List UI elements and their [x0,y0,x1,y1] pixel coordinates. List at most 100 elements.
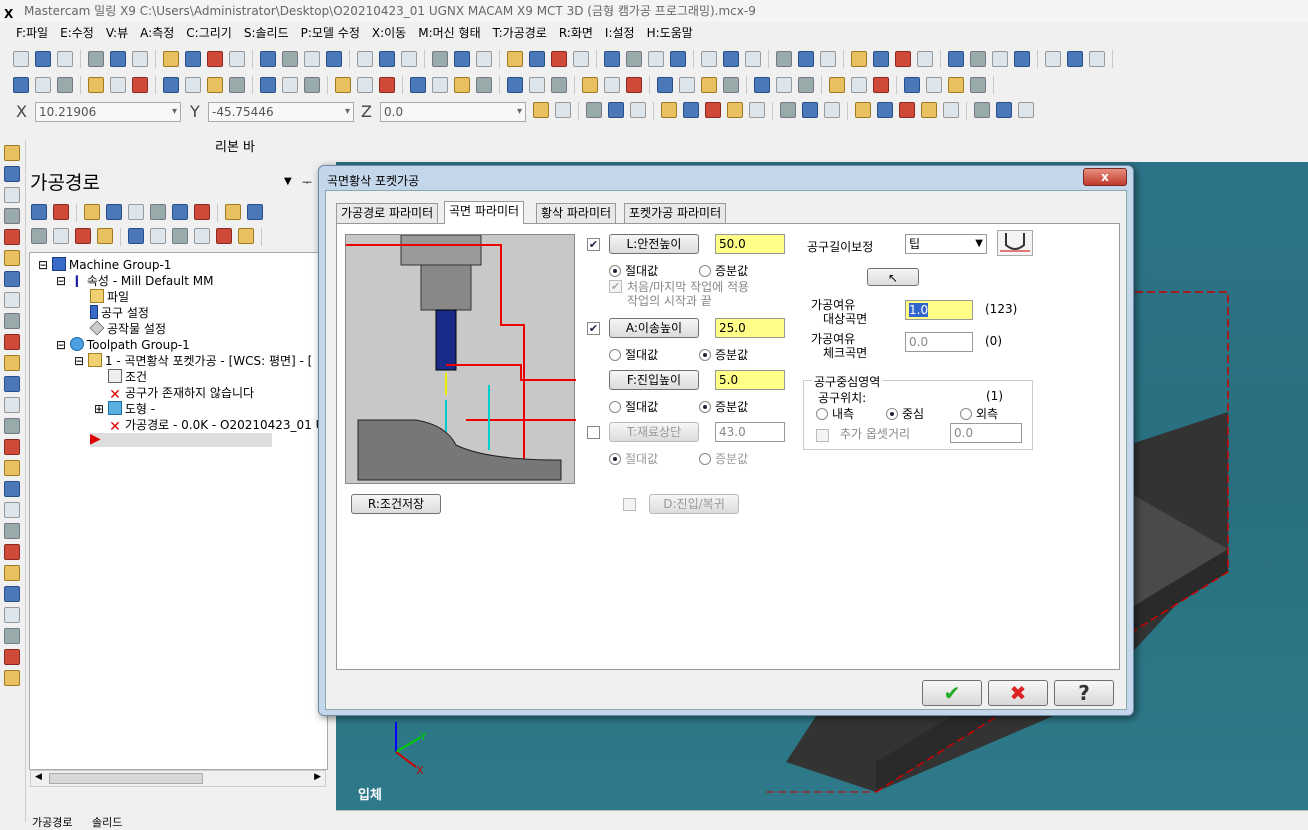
coord-tool-icon-25[interactable] [1018,102,1034,118]
left-tool-icon-18[interactable] [4,523,20,539]
draw-tool-icon-30[interactable] [582,77,598,93]
left-tool-icon-4[interactable] [4,229,20,245]
left-tool-icon-20[interactable] [4,565,20,581]
panel-top-tool-icon-0[interactable] [31,204,47,220]
menu-item-9[interactable]: T:가공경로 [487,22,553,44]
main-tool-icon-49[interactable] [948,51,964,67]
coord-tool-icon-10[interactable] [727,102,743,118]
top-stock-checkbox[interactable] [587,426,600,439]
draw-tool-icon-45[interactable] [873,77,889,93]
coord-tool-icon-21[interactable] [943,102,959,118]
left-tool-icon-11[interactable] [4,376,20,392]
top-stock-button[interactable]: T:재료상단 [609,422,699,442]
clearance-input[interactable]: 50.0 [715,234,785,254]
top-stock-incremental-radio[interactable]: 증분값 [699,450,748,467]
main-tool-icon-1[interactable] [35,51,51,67]
main-tool-icon-56[interactable] [1089,51,1105,67]
draw-tool-icon-26[interactable] [507,77,523,93]
main-tool-icon-41[interactable] [798,51,814,67]
save-parameters-button[interactable]: R:조건저장 [351,494,441,514]
draw-tool-icon-8[interactable] [163,77,179,93]
tree-item-machine-group[interactable]: ⊟ Machine Group-1 [38,257,171,273]
tree-item-stock-setup[interactable]: 공작물 설정 [89,320,166,337]
coord-tool-icon-20[interactable] [921,102,937,118]
menu-item-2[interactable]: V:뷰 [100,22,134,44]
surface-select-button[interactable]: ↖ [867,268,919,286]
menu-item-1[interactable]: E:수정 [54,22,100,44]
retract-absolute-radio[interactable]: 절대값 [609,346,658,363]
panel-top-tool-icon-3[interactable] [84,204,100,220]
left-tool-icon-21[interactable] [4,586,20,602]
tree-item-files[interactable]: 파일 [90,289,129,305]
x-coord-input[interactable]: 10.21906 [35,102,181,122]
main-tool-icon-32[interactable] [626,51,642,67]
clearance-button[interactable]: L:안전높이 [609,234,699,254]
tool-comp-select[interactable]: 팁 ▼ [905,234,987,254]
left-tool-icon-14[interactable] [4,439,20,455]
draw-tool-icon-1[interactable] [35,77,51,93]
main-tool-icon-8[interactable] [163,51,179,67]
draw-tool-icon-28[interactable] [551,77,567,93]
tab-toolpaths[interactable]: 가공경로 [32,814,72,830]
panel-top-tool-icon-1[interactable] [53,204,69,220]
main-tool-icon-45[interactable] [873,51,889,67]
menu-item-5[interactable]: S:솔리드 [238,22,295,44]
coord-tool-icon-9[interactable] [705,102,721,118]
left-tool-icon-24[interactable] [4,649,20,665]
main-tool-icon-55[interactable] [1067,51,1083,67]
draw-tool-icon-32[interactable] [626,77,642,93]
center-radio[interactable]: 중심 [886,405,924,422]
left-tool-icon-23[interactable] [4,628,20,644]
coord-tool-icon-23[interactable] [974,102,990,118]
main-tool-icon-33[interactable] [648,51,664,67]
coord-tool-icon-19[interactable] [899,102,915,118]
draw-tool-icon-50[interactable] [970,77,986,93]
main-tool-icon-19[interactable] [379,51,395,67]
draw-tool-icon-35[interactable] [679,77,695,93]
main-tool-icon-18[interactable] [357,51,373,67]
clearance-incremental-radio[interactable]: 증분값 [699,262,748,279]
feed-plane-absolute-radio[interactable]: 절대값 [609,398,658,415]
tree-item-toolpath[interactable]: ✕ 가공경로 - 0.0K - O20210423_01 UGN [108,417,343,434]
draw-tool-icon-6[interactable] [132,77,148,93]
retract-incremental-radio[interactable]: 증분값 [699,346,748,363]
panel-bottom-tool-icon-9[interactable] [216,228,232,244]
panel-bottom-tool-icon-3[interactable] [97,228,113,244]
coord-tool-icon-17[interactable] [855,102,871,118]
menu-item-11[interactable]: I:설정 [599,22,641,44]
draw-tool-icon-21[interactable] [410,77,426,93]
feed-plane-input[interactable]: 5.0 [715,370,785,390]
coord-tool-icon-8[interactable] [683,102,699,118]
coord-tool-icon-7[interactable] [661,102,677,118]
draw-tool-icon-31[interactable] [604,77,620,93]
left-tool-icon-1[interactable] [4,166,20,182]
draw-tool-icon-41[interactable] [798,77,814,93]
left-tool-icon-9[interactable] [4,334,20,350]
panel-top-tool-icon-4[interactable] [106,204,122,220]
draw-tool-icon-5[interactable] [110,77,126,93]
menu-item-12[interactable]: H:도움말 [641,22,699,44]
main-tool-icon-42[interactable] [820,51,836,67]
main-tool-icon-11[interactable] [229,51,245,67]
coord-tool-icon-18[interactable] [877,102,893,118]
left-tool-icon-10[interactable] [4,355,20,371]
left-tool-icon-19[interactable] [4,544,20,560]
panel-top-tool-icon-5[interactable] [128,204,144,220]
scroll-left-icon[interactable]: ◀ [35,772,42,782]
tree-horizontal-scrollbar[interactable]: ◀ ▶ [30,770,326,787]
draw-tool-icon-11[interactable] [229,77,245,93]
retract-checkbox[interactable]: ✔ [587,322,600,335]
draw-tool-icon-9[interactable] [185,77,201,93]
draw-tool-icon-40[interactable] [776,77,792,93]
panel-bottom-tool-icon-6[interactable] [150,228,166,244]
tab-pocket-parameters[interactable]: 포켓가공 파라미터 [624,203,727,223]
main-tool-icon-29[interactable] [573,51,589,67]
panel-bottom-tool-icon-8[interactable] [194,228,210,244]
draw-tool-icon-13[interactable] [260,77,276,93]
main-tool-icon-46[interactable] [895,51,911,67]
main-tool-icon-31[interactable] [604,51,620,67]
apply-first-last-checkbox[interactable]: ✔ [609,280,622,293]
y-coord-input[interactable]: -45.75446 [208,102,354,122]
draw-tool-icon-49[interactable] [948,77,964,93]
scroll-thumb[interactable] [49,773,203,784]
